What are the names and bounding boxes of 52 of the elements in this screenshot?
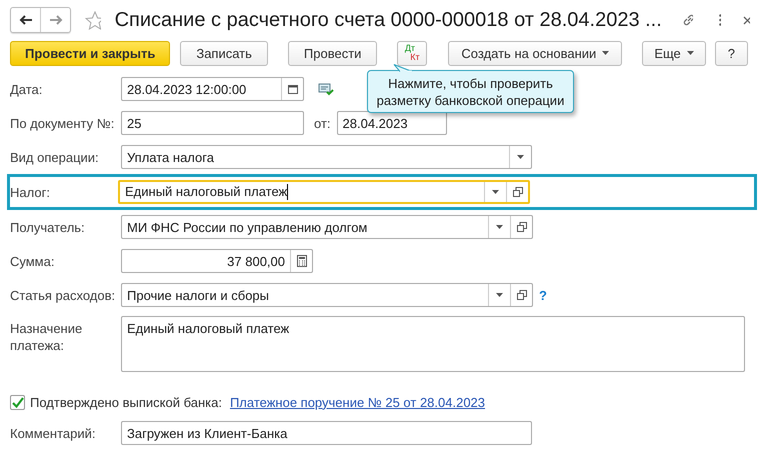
- dropdown-arrow-icon: [602, 51, 610, 55]
- help-button[interactable]: ?: [714, 40, 748, 66]
- toolbar-button[interactable]: Записать: [180, 40, 268, 66]
- dropdown-arrow-icon: [517, 155, 524, 159]
- dropdown-arrow-icon: [492, 190, 499, 194]
- select-field[interactable]: МИ ФНС России по управлению долгом: [121, 215, 533, 239]
- field-label: от:: [314, 116, 331, 130]
- post-and-close-button[interactable]: Провести и закрыть: [10, 40, 170, 66]
- open-icon: [516, 290, 526, 300]
- toolbar-button[interactable]: Провести: [288, 40, 378, 66]
- field-label: Вид операции:: [10, 148, 100, 166]
- field-label: Дата:: [10, 80, 44, 98]
- calculator-icon: [296, 255, 306, 267]
- select-field[interactable]: Прочие налоги и сборы: [121, 283, 533, 307]
- input-field[interactable]: 25: [121, 111, 304, 135]
- check-icon: [12, 396, 24, 408]
- checkbox[interactable]: [10, 394, 25, 410]
- calendar-icon: [288, 84, 298, 94]
- field-label: По документу №:: [10, 114, 116, 132]
- more-icon[interactable]: [718, 14, 721, 26]
- right-arrow-icon: [48, 15, 63, 25]
- dropdown-button[interactable]: Еще: [642, 40, 706, 66]
- amount-field[interactable]: 37 800,00: [121, 249, 313, 273]
- dropdown-arrow-icon: [686, 51, 694, 55]
- open-icon: [516, 222, 526, 232]
- dropdown-arrow-icon: [496, 293, 503, 297]
- input-field[interactable]: Загружен из Клиент-Банка: [121, 421, 532, 445]
- text-area[interactable]: Единый налоговый платеж: [121, 316, 745, 372]
- payment-order-link[interactable]: Платежное поручение № 25 от 28.04.2023: [230, 394, 486, 410]
- field-label: Сумма:: [10, 252, 56, 270]
- dropdown-arrow-icon: [496, 225, 503, 229]
- close-icon[interactable]: [743, 16, 750, 24]
- link-icon[interactable]: [682, 13, 693, 27]
- field-label: Налог:: [10, 184, 51, 200]
- document-check-icon[interactable]: [318, 82, 334, 96]
- star-icon[interactable]: [85, 10, 101, 30]
- left-arrow-icon: [18, 15, 32, 25]
- date-field[interactable]: 28.04.2023: [336, 111, 447, 135]
- checkbox-label: Подтверждено выпиской банка:: [30, 394, 222, 410]
- field-label: Комментарий:: [10, 424, 96, 442]
- field-label: Назначение платежа:: [10, 320, 84, 354]
- select-field[interactable]: Уплата налога: [121, 145, 532, 169]
- window-title: Списание с расчетного счета 0000-000018 от 28.04.2023 ...: [114, 8, 662, 32]
- help-link[interactable]: ?: [539, 288, 547, 302]
- debit-credit-button[interactable]: Дт Кт: [397, 40, 428, 66]
- select-field[interactable]: Единый налоговый платеж: [118, 180, 530, 204]
- date-field[interactable]: 28.04.2023 12:00:00: [121, 77, 304, 101]
- field-label: Статья расходов:: [10, 286, 116, 304]
- open-icon: [512, 187, 522, 197]
- tooltip: Нажмите, чтобы проверить разметку банковской операции: [367, 70, 574, 113]
- field-label: Получатель:: [10, 218, 86, 236]
- dropdown-button[interactable]: Создать на основании: [448, 40, 622, 66]
